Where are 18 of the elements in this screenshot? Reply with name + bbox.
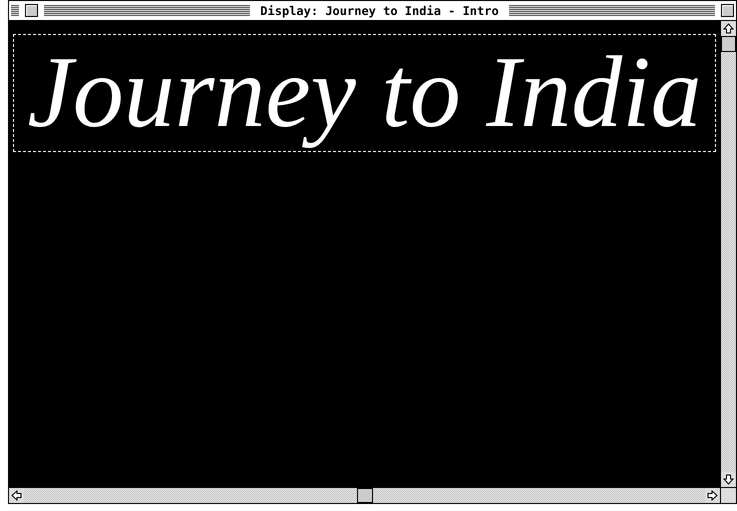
right-arrow-icon bbox=[707, 490, 718, 501]
scroll-thumb[interactable] bbox=[721, 36, 736, 52]
horizontal-scrollbar[interactable] bbox=[9, 487, 720, 503]
left-arrow-icon bbox=[11, 490, 22, 501]
resize-box[interactable] bbox=[720, 487, 736, 503]
scroll-thumb[interactable] bbox=[356, 488, 372, 503]
close-box[interactable] bbox=[25, 4, 38, 17]
title-bar-stripes bbox=[11, 5, 19, 16]
scroll-right-button[interactable] bbox=[705, 488, 720, 503]
window-title: Display: Journey to India - Intro bbox=[259, 4, 500, 18]
vertical-scrollbar[interactable] bbox=[720, 21, 736, 487]
scroll-up-button[interactable] bbox=[721, 21, 736, 36]
down-arrow-icon bbox=[723, 474, 734, 485]
scroll-down-button[interactable] bbox=[721, 472, 736, 487]
title-text-box[interactable]: Journey to India bbox=[13, 34, 716, 152]
up-arrow-icon bbox=[723, 23, 734, 34]
scroll-left-button[interactable] bbox=[9, 488, 24, 503]
zoom-box[interactable] bbox=[721, 4, 734, 17]
